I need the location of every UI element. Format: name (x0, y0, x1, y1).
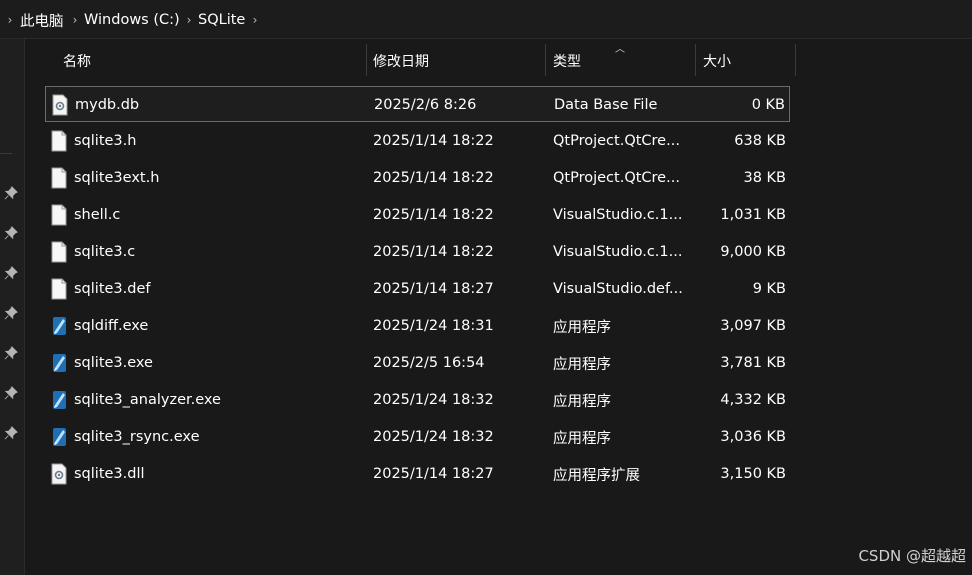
navigation-pane[interactable] (0, 39, 25, 575)
pin-icon[interactable] (4, 226, 18, 240)
document-icon (51, 241, 67, 263)
file-name: sqlite3.c (74, 244, 136, 260)
file-date: 2025/2/5 16:54 (373, 355, 485, 371)
file-row[interactable]: sqlite3_analyzer.exe 2025/1/24 18:32 应用程… (45, 382, 790, 418)
nav-divider (0, 153, 12, 154)
column-divider[interactable] (695, 44, 696, 76)
settings-file-icon (51, 463, 67, 485)
toolbar-divider (0, 38, 972, 39)
file-size: 3,097 KB (720, 318, 786, 334)
file-row[interactable]: sqlite3.dll 2025/1/14 18:27 应用程序扩展 3,150… (45, 456, 790, 492)
file-row[interactable]: sqlite3.def 2025/1/14 18:27 VisualStudio… (45, 271, 790, 307)
pin-icon[interactable] (4, 386, 18, 400)
file-name: sqldiff.exe (74, 318, 149, 334)
pin-icon[interactable] (4, 306, 18, 320)
file-date: 2025/1/24 18:32 (373, 392, 494, 408)
file-name: sqlite3ext.h (74, 170, 160, 186)
column-divider[interactable] (366, 44, 367, 76)
column-header-date[interactable]: 修改日期 (373, 44, 429, 78)
file-size: 38 KB (743, 170, 786, 186)
file-size: 0 KB (751, 97, 785, 113)
file-type: QtProject.QtCre... (553, 133, 680, 149)
file-type: 应用程序 (553, 356, 611, 373)
chevron-right-icon[interactable]: › (5, 10, 15, 30)
document-icon (51, 278, 67, 300)
file-row[interactable]: sqlite3.exe 2025/2/5 16:54 应用程序 3,781 KB (45, 345, 790, 381)
column-divider[interactable] (545, 44, 546, 76)
file-row[interactable]: sqlite3_rsync.exe 2025/1/24 18:32 应用程序 3… (45, 419, 790, 455)
file-date: 2025/1/14 18:22 (373, 244, 494, 260)
file-type: Data Base File (554, 97, 658, 113)
sqlite-exe-icon (53, 354, 66, 372)
file-row[interactable]: sqldiff.exe 2025/1/24 18:31 应用程序 3,097 K… (45, 308, 790, 344)
pin-icon[interactable] (4, 346, 18, 360)
column-header-type[interactable]: 类型 (553, 44, 581, 78)
file-type: VisualStudio.def... (553, 281, 683, 297)
file-name: sqlite3.dll (74, 466, 145, 482)
file-row[interactable]: sqlite3ext.h 2025/1/14 18:22 QtProject.Q… (45, 160, 790, 196)
pin-icon[interactable] (4, 186, 18, 200)
column-header-size[interactable]: 大小 (703, 44, 731, 78)
watermark: CSDN @超越超 (858, 547, 966, 565)
file-size: 3,150 KB (720, 466, 786, 482)
pin-icon[interactable] (4, 426, 18, 440)
file-type: VisualStudio.c.1... (553, 244, 683, 260)
file-type: QtProject.QtCre... (553, 170, 680, 186)
file-name: sqlite3.def (74, 281, 151, 297)
file-date: 2025/1/14 18:27 (373, 281, 494, 297)
file-size: 638 KB (734, 133, 786, 149)
file-date: 2025/1/14 18:22 (373, 133, 494, 149)
document-icon (51, 130, 67, 152)
file-type: 应用程序 (553, 393, 611, 410)
chevron-right-icon[interactable]: › (184, 10, 194, 30)
file-size: 9 KB (752, 281, 786, 297)
breadcrumb-sqlite[interactable]: SQLite (198, 10, 245, 30)
sqlite-exe-icon (53, 391, 66, 409)
file-name: sqlite3.exe (74, 355, 153, 371)
file-size: 3,036 KB (720, 429, 786, 445)
file-date: 2025/1/14 18:22 (373, 170, 494, 186)
file-name: sqlite3.h (74, 133, 137, 149)
settings-file-icon (52, 94, 68, 116)
chevron-right-icon[interactable]: › (250, 10, 260, 30)
column-divider[interactable] (795, 44, 796, 76)
file-name: shell.c (74, 207, 121, 223)
file-date: 2025/1/14 18:22 (373, 207, 494, 223)
file-date: 2025/1/14 18:27 (373, 466, 494, 482)
file-row[interactable]: shell.c 2025/1/14 18:22 VisualStudio.c.1… (45, 197, 790, 233)
file-name: mydb.db (75, 97, 140, 113)
file-size: 3,781 KB (720, 355, 786, 371)
pin-icon[interactable] (4, 266, 18, 280)
file-name: sqlite3_analyzer.exe (74, 392, 221, 408)
column-header-name[interactable]: 名称 (63, 44, 91, 78)
file-date: 2025/2/6 8:26 (374, 97, 477, 113)
document-icon (51, 204, 67, 226)
file-type: VisualStudio.c.1... (553, 207, 683, 223)
file-type: 应用程序扩展 (553, 467, 640, 484)
sqlite-exe-icon (53, 317, 66, 335)
file-type: 应用程序 (553, 430, 611, 447)
file-name: sqlite3_rsync.exe (74, 429, 200, 445)
file-row[interactable]: sqlite3.h 2025/1/14 18:22 QtProject.QtCr… (45, 123, 790, 159)
breadcrumb-drive-c[interactable]: Windows (C:) (84, 10, 180, 30)
sqlite-exe-icon (53, 428, 66, 446)
file-date: 2025/1/24 18:31 (373, 318, 494, 334)
sort-ascending-icon: ︿ (615, 44, 625, 55)
file-date: 2025/1/24 18:32 (373, 429, 494, 445)
file-size: 1,031 KB (720, 207, 786, 223)
breadcrumb: › 此电脑 › Windows (C:) › SQLite › (0, 0, 972, 38)
chevron-right-icon[interactable]: › (70, 10, 80, 30)
file-size: 9,000 KB (720, 244, 786, 260)
file-row[interactable]: mydb.db 2025/2/6 8:26 Data Base File 0 K… (45, 86, 790, 122)
file-type: 应用程序 (553, 319, 611, 336)
file-row[interactable]: sqlite3.c 2025/1/14 18:22 VisualStudio.c… (45, 234, 790, 270)
document-icon (51, 167, 67, 189)
file-size: 4,332 KB (720, 392, 786, 408)
breadcrumb-this-pc[interactable]: 此电脑 (20, 10, 64, 30)
